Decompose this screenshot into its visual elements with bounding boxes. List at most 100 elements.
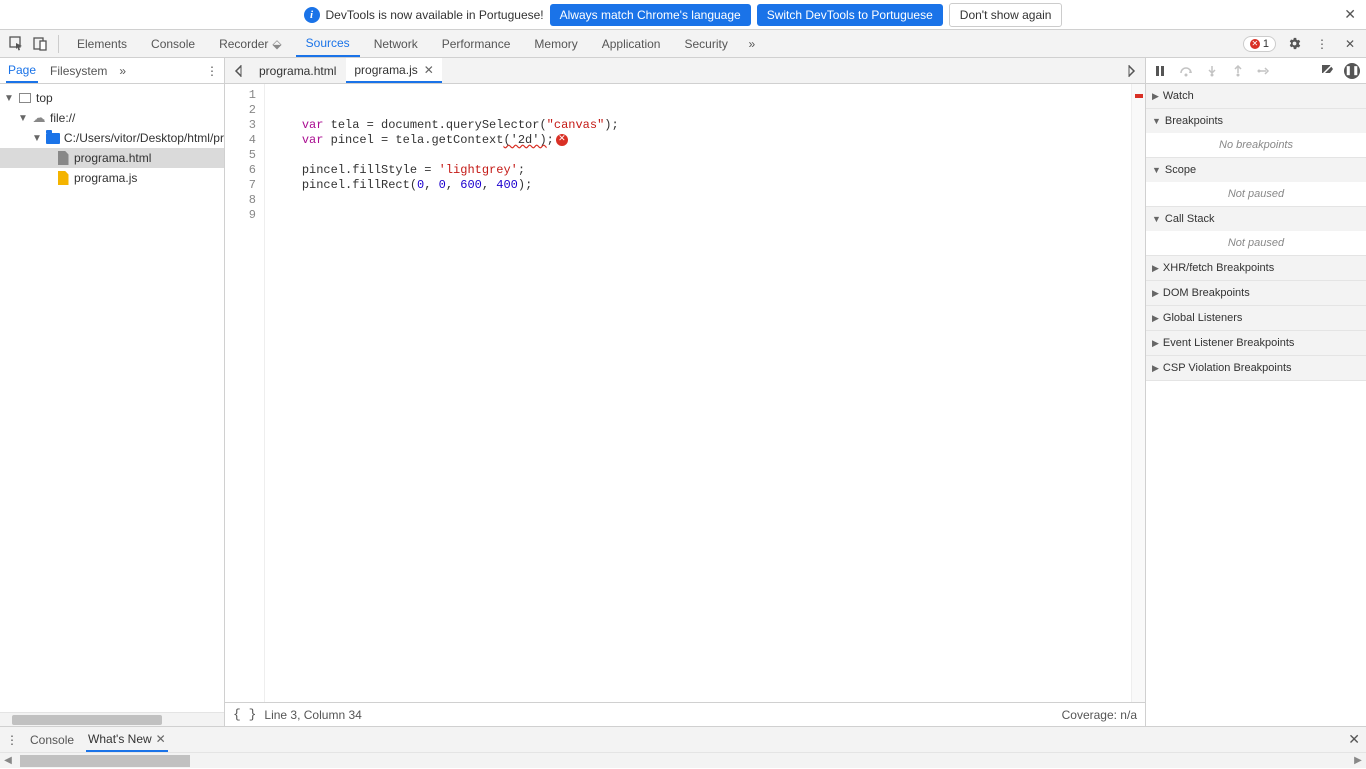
close-tab-icon[interactable]: ✕ — [424, 63, 434, 77]
debugger-toolbar: ❚❚ — [1146, 58, 1366, 84]
more-navigator-tabs-icon[interactable]: » — [119, 64, 126, 78]
section-title: Global Listeners — [1163, 312, 1243, 324]
section-title: CSP Violation Breakpoints — [1163, 362, 1292, 374]
more-tabs-icon[interactable]: » — [742, 34, 762, 54]
chevron-icon: ▶ — [1152, 263, 1159, 274]
chevron-icon: ▶ — [1152, 363, 1159, 374]
scroll-left-icon[interactable]: ◀ — [0, 753, 16, 769]
kebab-menu-icon[interactable]: ⋮ — [1312, 34, 1332, 54]
debugger-section: ▶ CSP Violation Breakpoints — [1146, 356, 1366, 381]
tree-label: programa.html — [74, 151, 151, 165]
tab-recorder[interactable]: Recorder⬙ — [209, 30, 292, 57]
deactivate-breakpoints-icon[interactable] — [1320, 63, 1336, 79]
tree-label: file:// — [50, 111, 75, 125]
section-header-call-stack[interactable]: ▼ Call Stack — [1146, 207, 1366, 231]
tree-top-frame[interactable]: ▼ top — [0, 88, 224, 108]
chevron-icon: ▼ — [1152, 214, 1161, 224]
inspect-icon[interactable] — [6, 34, 26, 54]
section-header-event-listener-breakpoints[interactable]: ▶Event Listener Breakpoints — [1146, 331, 1366, 355]
debugger-section: ▼ Call Stack Not paused — [1146, 207, 1366, 256]
section-title: Breakpoints — [1165, 115, 1223, 127]
debugger-section: ▶ Global Listeners — [1146, 306, 1366, 331]
window-scrollbar[interactable]: ◀ ▶ — [0, 752, 1366, 768]
tab-performance[interactable]: Performance — [432, 30, 521, 57]
section-header-watch[interactable]: ▶Watch — [1146, 84, 1366, 108]
tab-security[interactable]: Security — [674, 30, 737, 57]
navigator-tabs: Page Filesystem » ⋮ — [0, 58, 224, 84]
navigator-menu-icon[interactable]: ⋮ — [206, 64, 218, 78]
tab-elements[interactable]: Elements — [67, 30, 137, 57]
tree-folder[interactable]: ▼ C:/Users/vitor/Desktop/html/programa — [0, 128, 224, 148]
scroll-track[interactable] — [16, 753, 1350, 768]
editor-tabs: programa.html programa.js✕ — [225, 58, 1145, 84]
separator — [58, 35, 59, 53]
folder-icon — [46, 133, 60, 144]
error-marker[interactable] — [1135, 94, 1143, 98]
line-gutter: 123456789 — [225, 84, 265, 702]
close-icon[interactable]: ✕ — [1344, 6, 1356, 23]
tab-network[interactable]: Network — [364, 30, 428, 57]
drawer-tab-whatsnew[interactable]: What's New✕ — [86, 727, 168, 752]
match-language-button[interactable]: Always match Chrome's language — [550, 4, 751, 26]
editor-tab-html[interactable]: programa.html — [251, 58, 344, 83]
navigator-tab-filesystem[interactable]: Filesystem — [48, 58, 109, 83]
section-body: No breakpoints — [1146, 133, 1366, 157]
drawer-tab-console[interactable]: Console — [28, 727, 76, 752]
section-header-dom-breakpoints[interactable]: ▶ DOM Breakpoints — [1146, 281, 1366, 305]
editor-tab-js[interactable]: programa.js✕ — [346, 58, 441, 83]
code-content[interactable]: var tela = document.querySelector("canva… — [265, 84, 1131, 702]
chevron-icon: ▶ — [1152, 313, 1159, 324]
tree-label: C:/Users/vitor/Desktop/html/programa — [64, 131, 224, 145]
step-icon[interactable] — [1256, 65, 1272, 77]
tab-application[interactable]: Application — [592, 30, 671, 57]
navigator-tab-page[interactable]: Page — [6, 58, 38, 83]
scroll-thumb[interactable] — [20, 755, 190, 767]
nav-back-icon[interactable] — [229, 64, 249, 78]
tree-label: top — [36, 91, 53, 105]
debugger-section: ▶Event Listener Breakpoints — [1146, 331, 1366, 356]
format-icon[interactable]: { } — [233, 707, 256, 722]
step-into-icon[interactable] — [1204, 65, 1220, 77]
step-over-icon[interactable] — [1178, 65, 1194, 77]
section-header-scope[interactable]: ▼Scope — [1146, 158, 1366, 182]
error-icon[interactable]: ✕ — [556, 134, 568, 146]
section-header-breakpoints[interactable]: ▼Breakpoints — [1146, 109, 1366, 133]
settings-icon[interactable] — [1284, 34, 1304, 54]
drawer-menu-icon[interactable]: ⋮ — [6, 733, 18, 747]
drawer-close-icon[interactable]: ✕ — [1348, 731, 1360, 748]
dismiss-button[interactable]: Don't show again — [949, 3, 1063, 27]
infobar: i DevTools is now available in Portugues… — [0, 0, 1366, 30]
tab-memory[interactable]: Memory — [524, 30, 587, 57]
debugger-panel: ❚❚ ▶Watch▼BreakpointsNo breakpoints▼Scop… — [1146, 58, 1366, 726]
debugger-section: ▶ DOM Breakpoints — [1146, 281, 1366, 306]
code-editor[interactable]: 123456789 var tela = document.querySelec… — [225, 84, 1145, 702]
tree-file-html[interactable]: programa.html — [0, 148, 224, 168]
tab-console[interactable]: Console — [141, 30, 205, 57]
section-title: DOM Breakpoints — [1163, 287, 1250, 299]
section-title: Watch — [1163, 90, 1194, 102]
pause-icon[interactable] — [1152, 65, 1168, 77]
section-header-global-listeners[interactable]: ▶ Global Listeners — [1146, 306, 1366, 330]
devtools-close-icon[interactable]: ✕ — [1340, 34, 1360, 54]
scroll-right-icon[interactable]: ▶ — [1350, 753, 1366, 769]
coverage-status: Coverage: n/a — [1062, 708, 1137, 722]
nav-forward-icon[interactable] — [1121, 64, 1141, 78]
tree-file-js[interactable]: programa.js — [0, 168, 224, 188]
section-title: Call Stack — [1165, 213, 1215, 225]
chevron-icon: ▶ — [1152, 288, 1159, 299]
error-count-badge[interactable]: ✕1 — [1243, 36, 1276, 52]
section-header-xhr-fetch-breakpoints[interactable]: ▶XHR/fetch Breakpoints — [1146, 256, 1366, 280]
device-toolbar-icon[interactable] — [30, 34, 50, 54]
section-header-csp-violation-breakpoints[interactable]: ▶ CSP Violation Breakpoints — [1146, 356, 1366, 380]
section-body: Not paused — [1146, 231, 1366, 255]
tree-origin[interactable]: ▼☁ file:// — [0, 108, 224, 128]
chevron-icon: ▶ — [1152, 338, 1159, 349]
editor-scrollbar[interactable] — [1131, 84, 1145, 702]
step-out-icon[interactable] — [1230, 65, 1246, 77]
file-icon — [58, 151, 69, 165]
tab-sources[interactable]: Sources — [296, 30, 360, 57]
pause-exceptions-icon[interactable]: ❚❚ — [1344, 63, 1360, 79]
navigator-scrollbar[interactable] — [0, 712, 224, 726]
switch-language-button[interactable]: Switch DevTools to Portuguese — [757, 4, 943, 26]
frame-icon — [19, 93, 31, 103]
